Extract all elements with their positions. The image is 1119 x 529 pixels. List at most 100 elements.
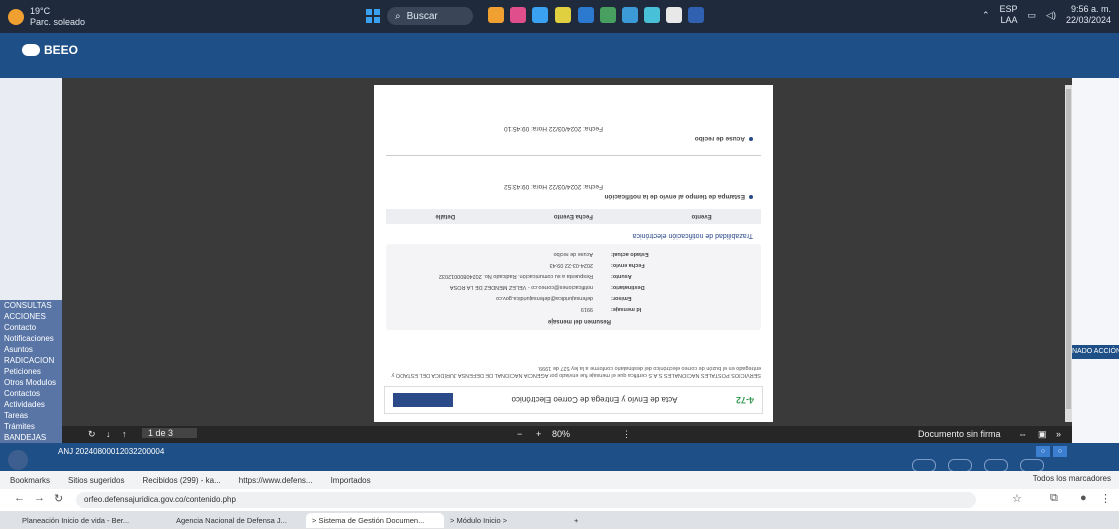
forward-icon[interactable]: →: [34, 492, 45, 504]
doc-title: Acta de Envío y Entrega de Correo Electr…: [511, 395, 678, 405]
sun-icon: [8, 9, 24, 25]
reload-icon[interactable]: ↻: [54, 492, 63, 505]
teams-icon[interactable]: [622, 7, 638, 23]
url-input[interactable]: orfeo.defensajuridica.gov.co/contenido.p…: [76, 492, 976, 508]
right-panel: [1072, 78, 1119, 443]
doc-summary-box: Resumen del mensaje Id mensaje: 9919 Emis…: [386, 244, 761, 330]
scrollbar-thumb[interactable]: [1066, 89, 1071, 409]
lang-line2: LAA: [1000, 15, 1018, 25]
bullet-icon: [749, 195, 753, 199]
trace-event-date: Fecha: 2024/03/22 Hora: 09:43:52: [503, 183, 603, 190]
windows-taskbar: 19°C Parc. soleado ⌕ Buscar ⌃ ESP LAA ▭ …: [0, 0, 1119, 33]
bookmark-item[interactable]: Recibidos (299) - ka...: [143, 476, 221, 485]
left-menu-item[interactable]: CONSULTAS: [0, 300, 62, 311]
left-menu-item[interactable]: Peticiones: [0, 366, 62, 377]
left-menu-item[interactable]: Notificaciones: [0, 333, 62, 344]
bullet-icon: [749, 137, 753, 141]
trace-title: Trazabilidad de notificación electrónica: [632, 232, 753, 239]
menu-icon[interactable]: ⋮: [1100, 492, 1111, 505]
browser-tab[interactable]: Agencia Nacional de Defensa J...: [170, 513, 306, 528]
summary-row: Id mensaje: 9919: [580, 306, 642, 312]
bookmark-item[interactable]: https://www.defens...: [239, 476, 313, 485]
all-bookmarks[interactable]: Todos los marcadores: [1033, 474, 1111, 483]
profile-icon[interactable]: ●: [1080, 492, 1087, 504]
left-menu-item[interactable]: Asuntos: [0, 344, 62, 355]
left-menu-item[interactable]: BANDEJAS: [0, 432, 62, 443]
chevron-up-icon[interactable]: ⌃: [982, 10, 990, 21]
toggle-button-1[interactable]: ○: [1036, 446, 1050, 457]
pdf-page: 4-72 Acta de Envío y Entrega de Correo E…: [374, 85, 773, 422]
cloud-icon: [22, 44, 40, 56]
browser-tab-active[interactable]: > Sistema de Gestión Documen...: [306, 513, 444, 528]
files-icon[interactable]: [532, 7, 548, 23]
user-avatar[interactable]: [8, 450, 28, 470]
arrow-down-icon[interactable]: ↓: [106, 429, 111, 439]
viewer-scrollbar[interactable]: [1065, 85, 1072, 422]
app-logo-text: BEEO: [44, 43, 79, 57]
extensions-icon[interactable]: ⧉: [1050, 492, 1058, 505]
left-menu-item[interactable]: Tareas: [0, 410, 62, 421]
summary-row: Asunto: Respuesta a su comunicación. Radi…: [438, 273, 632, 279]
more-icon[interactable]: ⋮: [622, 429, 631, 440]
zoom-level[interactable]: 80%: [552, 429, 570, 439]
summary-title: Resumen del mensaje: [547, 318, 611, 324]
left-menu-item[interactable]: RADICACION: [0, 355, 62, 366]
clock-date: 22/03/2024: [1065, 15, 1111, 25]
browser-tabs: Planeación Inicio de vida - Ber... Agenc…: [0, 511, 1119, 529]
doc-certification-note: SERVICIOS POSTALES NACIONALES S.A.S cert…: [391, 365, 761, 378]
search-icon: ⌕: [395, 10, 401, 22]
trace-table-header: Evento Fecha Evento Detalle: [386, 209, 761, 224]
bookmark-item[interactable]: Bookmarks: [10, 476, 50, 485]
more-tools-icon[interactable]: »: [1056, 429, 1061, 439]
chrome-icon[interactable]: [666, 7, 682, 23]
network-icon[interactable]: ▭: [1028, 10, 1037, 21]
trace-event: Acuse de recibo: [695, 135, 753, 142]
back-icon[interactable]: ←: [14, 492, 25, 504]
browser-tab[interactable]: Planeación Inicio de vida - Ber...: [16, 513, 172, 528]
app-header: [0, 33, 1119, 78]
left-menu-item[interactable]: Contacto: [0, 322, 62, 333]
clock-time: 9:56 a. m.: [1070, 4, 1111, 14]
mail-icon[interactable]: [578, 7, 594, 23]
system-tray: ⌃ ESP LAA ▭ ◁) 9:56 a. m. 22/03/2024: [982, 4, 1111, 26]
summary-row: Emisor: defensajuridica@defensajuridica.g…: [496, 295, 632, 301]
edge-icon[interactable]: [644, 7, 660, 23]
book-icon[interactable]: ▣: [1038, 429, 1047, 440]
fit-icon[interactable]: ⇔: [1018, 429, 1027, 439]
page-indicator[interactable]: 1 de 3: [142, 428, 198, 438]
left-menu-item[interactable]: Otros Modulos: [0, 377, 62, 388]
weather-app-icon[interactable]: [488, 7, 504, 23]
zoom-out-icon[interactable]: −: [517, 429, 522, 439]
store-icon[interactable]: [510, 7, 526, 23]
windows-start-icon[interactable]: [366, 9, 380, 23]
explorer-icon[interactable]: [555, 7, 571, 23]
weather-desc: Parc. soleado: [30, 17, 86, 27]
toggle-button-2[interactable]: ○: [1053, 446, 1067, 457]
taskbar-search[interactable]: ⌕ Buscar: [387, 7, 473, 25]
left-menu-item[interactable]: ACCIONES: [0, 311, 62, 322]
doc-logo: 4-72: [735, 395, 754, 405]
new-tab-icon[interactable]: +: [568, 513, 578, 528]
left-menu-item[interactable]: Trámites: [0, 421, 62, 432]
left-menu-item[interactable]: Contactos: [0, 388, 62, 399]
excel-icon[interactable]: [600, 7, 616, 23]
volume-icon[interactable]: ◁): [1046, 10, 1056, 21]
browser-tab[interactable]: > Módulo Inicio >: [444, 513, 560, 528]
weather-widget[interactable]: 19°C Parc. soleado: [8, 6, 85, 28]
weather-temp: 19°C: [30, 6, 51, 16]
th-detail: Detalle: [435, 213, 456, 220]
left-menu-item[interactable]: Actividades: [0, 399, 62, 410]
trace-event-date: Fecha: 2024/03/22 Hora: 09:45:10: [503, 125, 603, 132]
bookmark-item[interactable]: Sitios sugeridos: [68, 476, 124, 485]
rotate-icon[interactable]: ↻: [88, 429, 96, 440]
th-event: Evento: [691, 213, 712, 220]
summary-row: Estado actual: Acuse de recibo: [553, 251, 649, 257]
arrow-up-icon[interactable]: ↑: [122, 429, 127, 439]
summary-row: Fecha envío: 2024-03-22 09:43: [549, 262, 645, 268]
star-icon[interactable]: ☆: [1012, 492, 1022, 505]
word-icon[interactable]: [688, 7, 704, 23]
divider: [386, 155, 761, 156]
zoom-in-icon[interactable]: +: [536, 429, 541, 439]
bookmark-item[interactable]: Importados: [331, 476, 371, 485]
summary-row: Destinatario: notificaciones@correo.co - …: [449, 284, 645, 290]
